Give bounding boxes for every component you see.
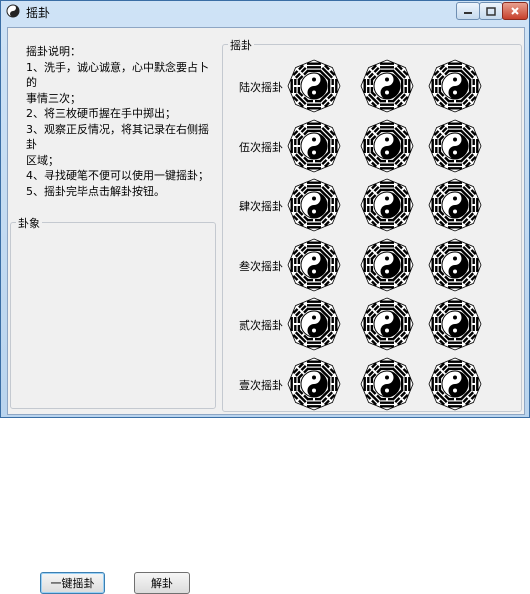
toss-groupbox: 摇卦 陆次摇卦 伍次摇卦 肆次摇卦 叁次摇卦 贰次摇卦 壹次摇卦 <box>222 37 522 412</box>
instruction-line: 区域； <box>26 153 59 167</box>
instruction-line: 3、观察正反情况，将其记录在右侧摇卦 <box>26 122 209 152</box>
instruction-line: 5、摇卦完毕点击解卦按钮。 <box>26 184 165 198</box>
bagua-taiji-icon[interactable] <box>287 357 341 411</box>
instruction-line: 2、将三枚硬币握在手中掷出； <box>26 107 176 120</box>
bagua-taiji-icon[interactable] <box>360 357 414 411</box>
instruction-line: 事情三次； <box>26 91 81 105</box>
close-icon <box>511 7 519 15</box>
hexagram-group-label: 卦象 <box>16 215 42 231</box>
bagua-taiji-icon[interactable] <box>428 297 482 351</box>
toss-group-label: 摇卦 <box>228 37 254 53</box>
bagua-taiji-icon[interactable] <box>428 59 482 113</box>
bagua-taiji-icon[interactable] <box>428 238 482 292</box>
app-window: 摇卦 摇卦说明： 1、洗手，诚心诚意，心中默念要占卜的 事情三次； 2、将三枚硬… <box>0 0 530 594</box>
bagua-taiji-icon[interactable] <box>287 119 341 173</box>
minimize-icon <box>464 12 472 14</box>
maximize-icon <box>486 6 496 16</box>
bagua-taiji-icon[interactable] <box>428 119 482 173</box>
close-button[interactable] <box>502 2 528 20</box>
bagua-taiji-icon[interactable] <box>287 178 341 232</box>
bagua-taiji-icon[interactable] <box>428 178 482 232</box>
window-title: 摇卦 <box>26 6 51 20</box>
title-bar[interactable]: 摇卦 <box>1 1 529 21</box>
minimize-button[interactable] <box>456 2 480 20</box>
bagua-taiji-icon[interactable] <box>360 119 414 173</box>
bagua-taiji-icon[interactable] <box>360 297 414 351</box>
instructions-heading: 摇卦说明： <box>26 45 81 58</box>
instruction-line: 4、寻找硬笔不便可以使用一键摇卦； <box>26 169 209 182</box>
one-click-toss-button[interactable]: 一键摇卦 <box>40 572 105 594</box>
instructions-panel: 摇卦说明： 1、洗手，诚心诚意，心中默念要占卜的 事情三次； 2、将三枚硬币握在… <box>26 44 211 199</box>
bagua-taiji-icon[interactable] <box>287 59 341 113</box>
app-icon <box>6 4 20 18</box>
client-area: 摇卦说明： 1、洗手，诚心诚意，心中默念要占卜的 事情三次； 2、将三枚硬币握在… <box>7 27 525 594</box>
bagua-taiji-icon[interactable] <box>428 357 482 411</box>
bagua-taiji-icon[interactable] <box>360 178 414 232</box>
hexagram-groupbox: 卦象 一键摇卦 解卦 <box>10 215 216 594</box>
interpret-button[interactable]: 解卦 <box>134 572 190 594</box>
bagua-taiji-icon[interactable] <box>287 297 341 351</box>
bagua-taiji-icon[interactable] <box>360 59 414 113</box>
instruction-line: 1、洗手，诚心诚意，心中默念要占卜的 <box>26 60 209 90</box>
bagua-taiji-icon[interactable] <box>360 238 414 292</box>
bagua-taiji-icon[interactable] <box>287 238 341 292</box>
maximize-button[interactable] <box>479 2 503 20</box>
